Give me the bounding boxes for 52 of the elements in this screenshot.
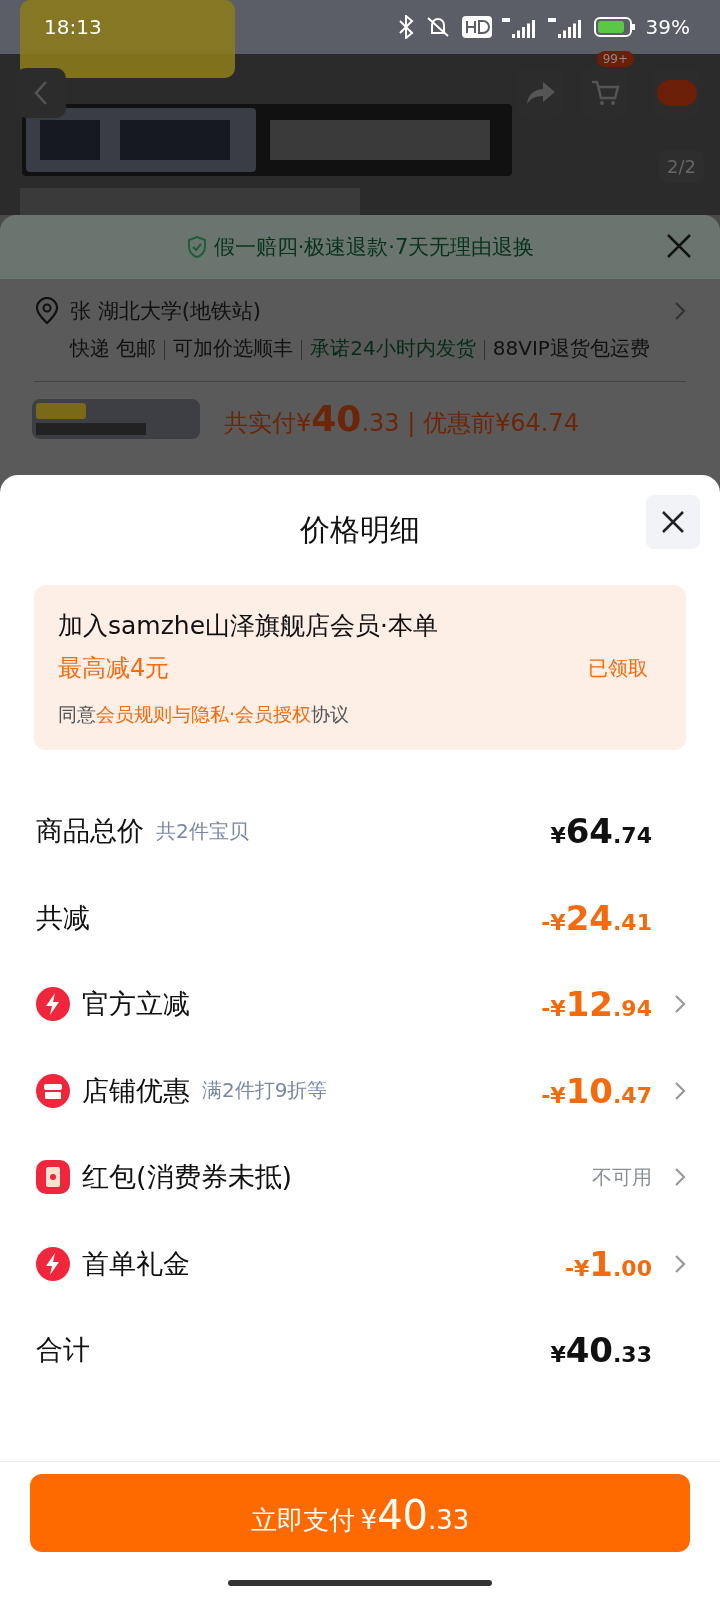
chevron-icon bbox=[674, 994, 686, 1015]
amount: -¥24.41 bbox=[541, 897, 652, 938]
cart-badge: 99+ bbox=[596, 51, 634, 67]
price-label: 商品总价 bbox=[36, 814, 144, 849]
claimed-status: 已领取 bbox=[588, 654, 648, 682]
close-button[interactable] bbox=[646, 495, 700, 549]
pay-button[interactable]: 立即支付 ¥40.33 bbox=[30, 1474, 690, 1552]
share-icon bbox=[525, 80, 557, 106]
signal-icon bbox=[501, 16, 538, 38]
sheet-title: 价格明细 bbox=[300, 510, 420, 549]
bluetooth-icon bbox=[397, 15, 414, 39]
back-icon bbox=[33, 80, 49, 106]
shop-icon bbox=[36, 1073, 70, 1108]
unavailable-text: 不可用 bbox=[592, 1163, 652, 1191]
close-icon bbox=[661, 510, 685, 534]
amount: ¥40.33 bbox=[550, 1330, 652, 1371]
location-pin-icon bbox=[34, 297, 60, 325]
price-label: 首单礼金 bbox=[82, 1246, 190, 1281]
shield-icon bbox=[185, 235, 208, 259]
price-label: 共减 bbox=[36, 900, 90, 935]
delivery-info: 快递 包邮 可加价选顺丰 承诺24小时内发货 88VIP退货包运费 bbox=[70, 335, 650, 362]
battery-icon bbox=[593, 16, 636, 38]
amount: ¥64.74 bbox=[550, 811, 652, 852]
price-label: 红包(消费券未抵) bbox=[82, 1160, 293, 1195]
hd-icon bbox=[461, 16, 492, 38]
membership-title: 加入samzhe山泽旗舰店会员·本单 bbox=[58, 610, 439, 642]
amount: -¥10.47 bbox=[541, 1070, 652, 1111]
envelope-icon bbox=[36, 1160, 70, 1195]
amount: -¥12.94 bbox=[541, 984, 652, 1025]
status-time: 18:13 bbox=[44, 15, 102, 39]
price-note: 满2件打9折等 bbox=[202, 1077, 328, 1105]
signal-icon bbox=[547, 16, 584, 38]
price-label: 店铺优惠 bbox=[82, 1073, 190, 1108]
agreement-link[interactable]: 会员规则与隐私·会员授权 bbox=[96, 703, 312, 725]
membership-benefit: 最高减4元 bbox=[58, 653, 170, 684]
chevron-icon bbox=[674, 301, 686, 321]
battery-percentage: 39% bbox=[645, 15, 690, 39]
price-note: 共2件宝贝 bbox=[156, 817, 249, 845]
price-summary: 共实付¥40.33 | 优惠前¥64.74 bbox=[224, 398, 579, 439]
address-text[interactable]: 张 湖北大学(地铁站) bbox=[70, 297, 664, 325]
agreement-text: 同意会员规则与隐私·会员授权协议 bbox=[58, 702, 351, 727]
cart-icon bbox=[590, 79, 620, 107]
chevron-icon bbox=[674, 1167, 686, 1188]
chevron-icon bbox=[674, 1080, 686, 1101]
price-label: 官方立减 bbox=[82, 987, 190, 1022]
more-icon bbox=[657, 80, 697, 106]
guarantee-text: 假一赔四·极速退款·7天无理由退换 bbox=[213, 234, 535, 261]
chevron-icon bbox=[674, 1253, 686, 1274]
lightning-icon bbox=[36, 987, 70, 1022]
price-label: 合计 bbox=[36, 1333, 90, 1368]
lightning-icon bbox=[36, 1246, 70, 1281]
amount: -¥1.00 bbox=[564, 1243, 652, 1284]
